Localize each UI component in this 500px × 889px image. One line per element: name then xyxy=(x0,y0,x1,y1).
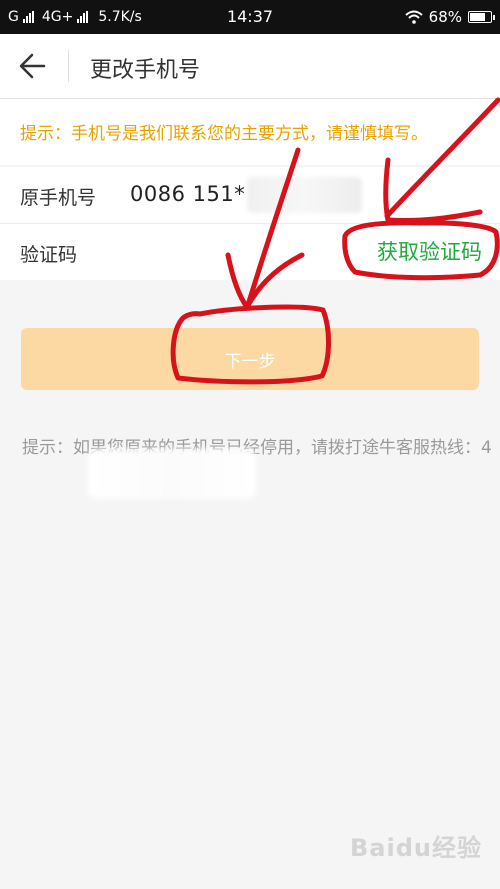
status-right: 68% xyxy=(404,8,495,26)
next-button[interactable]: 下一步 xyxy=(21,328,479,390)
original-phone-value: 0086 151* xyxy=(130,182,246,206)
notice-banner: 提示：手机号是我们联系您的主要方式，请谨慎填写。 xyxy=(0,99,500,165)
get-code-button[interactable]: 获取验证码 xyxy=(375,236,484,266)
watermark: Baidu经验 xyxy=(350,828,482,863)
original-phone-label: 原手机号 xyxy=(20,187,97,209)
back-button[interactable] xyxy=(14,48,54,84)
code-label: 验证码 xyxy=(20,244,78,266)
battery-icon xyxy=(468,11,495,23)
header-divider xyxy=(68,50,69,82)
header: 更改手机号 xyxy=(0,34,500,99)
wifi-icon xyxy=(404,10,423,24)
code-row[interactable]: 验证码 获取验证码 xyxy=(0,223,500,280)
page-title: 更改手机号 xyxy=(90,58,201,83)
battery-text: 68% xyxy=(428,8,462,26)
redacted-hotline-blur xyxy=(88,449,256,499)
status-bar: G 4G+ 5.7K/s 14:37 68% xyxy=(0,0,500,34)
watermark-text: Baidu经验 xyxy=(350,834,482,862)
arrow-left-icon xyxy=(19,53,46,79)
original-phone-row: 原手机号 0086 151* xyxy=(0,167,500,223)
phone-form: 原手机号 0086 151* 验证码 获取验证码 xyxy=(0,167,500,280)
redacted-phone-blur xyxy=(247,177,362,213)
